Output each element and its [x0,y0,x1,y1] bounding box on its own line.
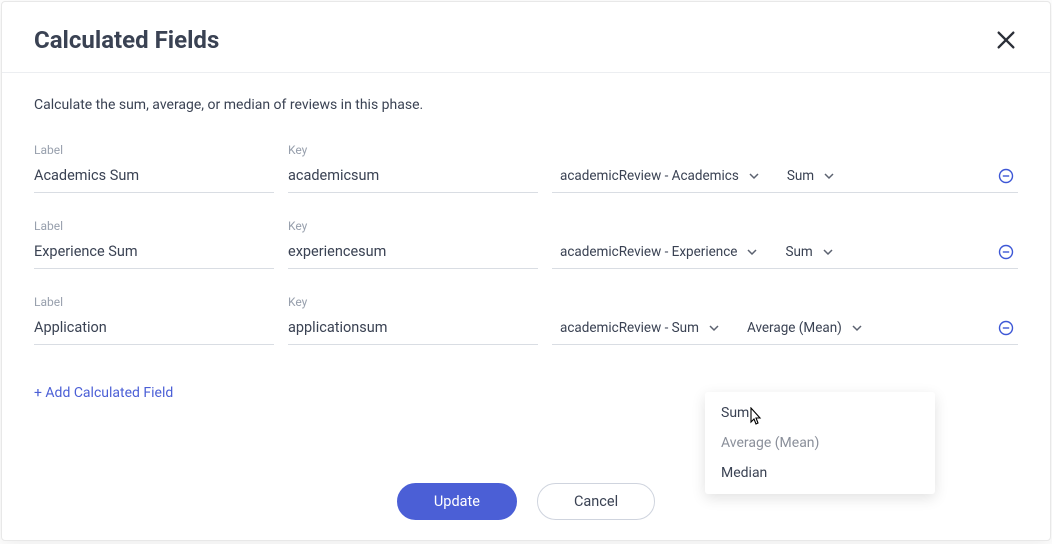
dialog-content: Calculate the sum, average, or median of… [2,73,1050,401]
chevron-down-icon [747,247,757,257]
key-column: Key [288,295,538,345]
label-column: Label [34,219,274,269]
minus-circle-icon [998,168,1014,184]
aggregate-dropdown-label: Sum [787,168,814,184]
calculated-fields-dialog: Calculated Fields Calculate the sum, ave… [1,1,1051,541]
menu-item-average[interactable]: Average (Mean) [705,428,935,458]
key-input[interactable] [288,163,538,193]
field-row: Label Key academicReview - Academics Sum [34,143,1018,193]
config-column: academicReview - Sum Average (Mean) [552,314,1018,345]
add-calculated-field-link[interactable]: + Add Calculated Field [34,385,173,401]
chevron-down-icon [749,171,759,181]
label-input[interactable] [34,163,274,193]
remove-row-button[interactable] [998,168,1018,184]
field-row: Label Key academicReview - Experience Su… [34,219,1018,269]
config-column: academicReview - Experience Sum [552,238,1018,269]
key-heading: Key [288,219,538,233]
label-input[interactable] [34,315,274,345]
field-row: Label Key academicReview - Sum Average (… [34,295,1018,345]
aggregate-dropdown-label: Average (Mean) [747,320,842,336]
dialog-header: Calculated Fields [2,2,1050,73]
aggregate-dropdown[interactable]: Sum [777,238,840,266]
chevron-down-icon [709,323,719,333]
label-column: Label [34,143,274,193]
aggregate-dropdown-label: Sum [785,244,812,260]
update-button[interactable]: Update [397,483,517,520]
source-dropdown[interactable]: academicReview - Sum [552,314,727,342]
chevron-down-icon [852,323,862,333]
source-dropdown[interactable]: academicReview - Experience [552,238,765,266]
chevron-down-icon [824,171,834,181]
key-input[interactable] [288,239,538,269]
description: Calculate the sum, average, or median of… [34,97,1018,113]
source-dropdown-label: academicReview - Sum [560,320,699,336]
close-button[interactable] [994,28,1018,52]
label-column: Label [34,295,274,345]
minus-circle-icon [998,244,1014,260]
label-heading: Label [34,143,274,157]
remove-row-button[interactable] [998,244,1018,260]
label-heading: Label [34,295,274,309]
source-dropdown-label: academicReview - Experience [560,244,737,260]
key-column: Key [288,219,538,269]
remove-row-button[interactable] [998,320,1018,336]
cancel-button[interactable]: Cancel [537,483,655,520]
chevron-down-icon [823,247,833,257]
menu-item-median[interactable]: Median [705,458,935,488]
key-heading: Key [288,143,538,157]
source-dropdown[interactable]: academicReview - Academics [552,162,767,190]
aggregate-dropdown-menu: Sum Average (Mean) Median [705,392,935,494]
menu-item-sum[interactable]: Sum [705,398,935,428]
dialog-title: Calculated Fields [34,26,219,54]
label-heading: Label [34,219,274,233]
minus-circle-icon [998,320,1014,336]
close-icon [995,29,1017,51]
config-column: academicReview - Academics Sum [552,162,1018,193]
key-column: Key [288,143,538,193]
key-heading: Key [288,295,538,309]
source-dropdown-label: academicReview - Academics [560,168,739,184]
aggregate-dropdown[interactable]: Average (Mean) [739,314,870,342]
key-input[interactable] [288,315,538,345]
aggregate-dropdown[interactable]: Sum [779,162,842,190]
label-input[interactable] [34,239,274,269]
